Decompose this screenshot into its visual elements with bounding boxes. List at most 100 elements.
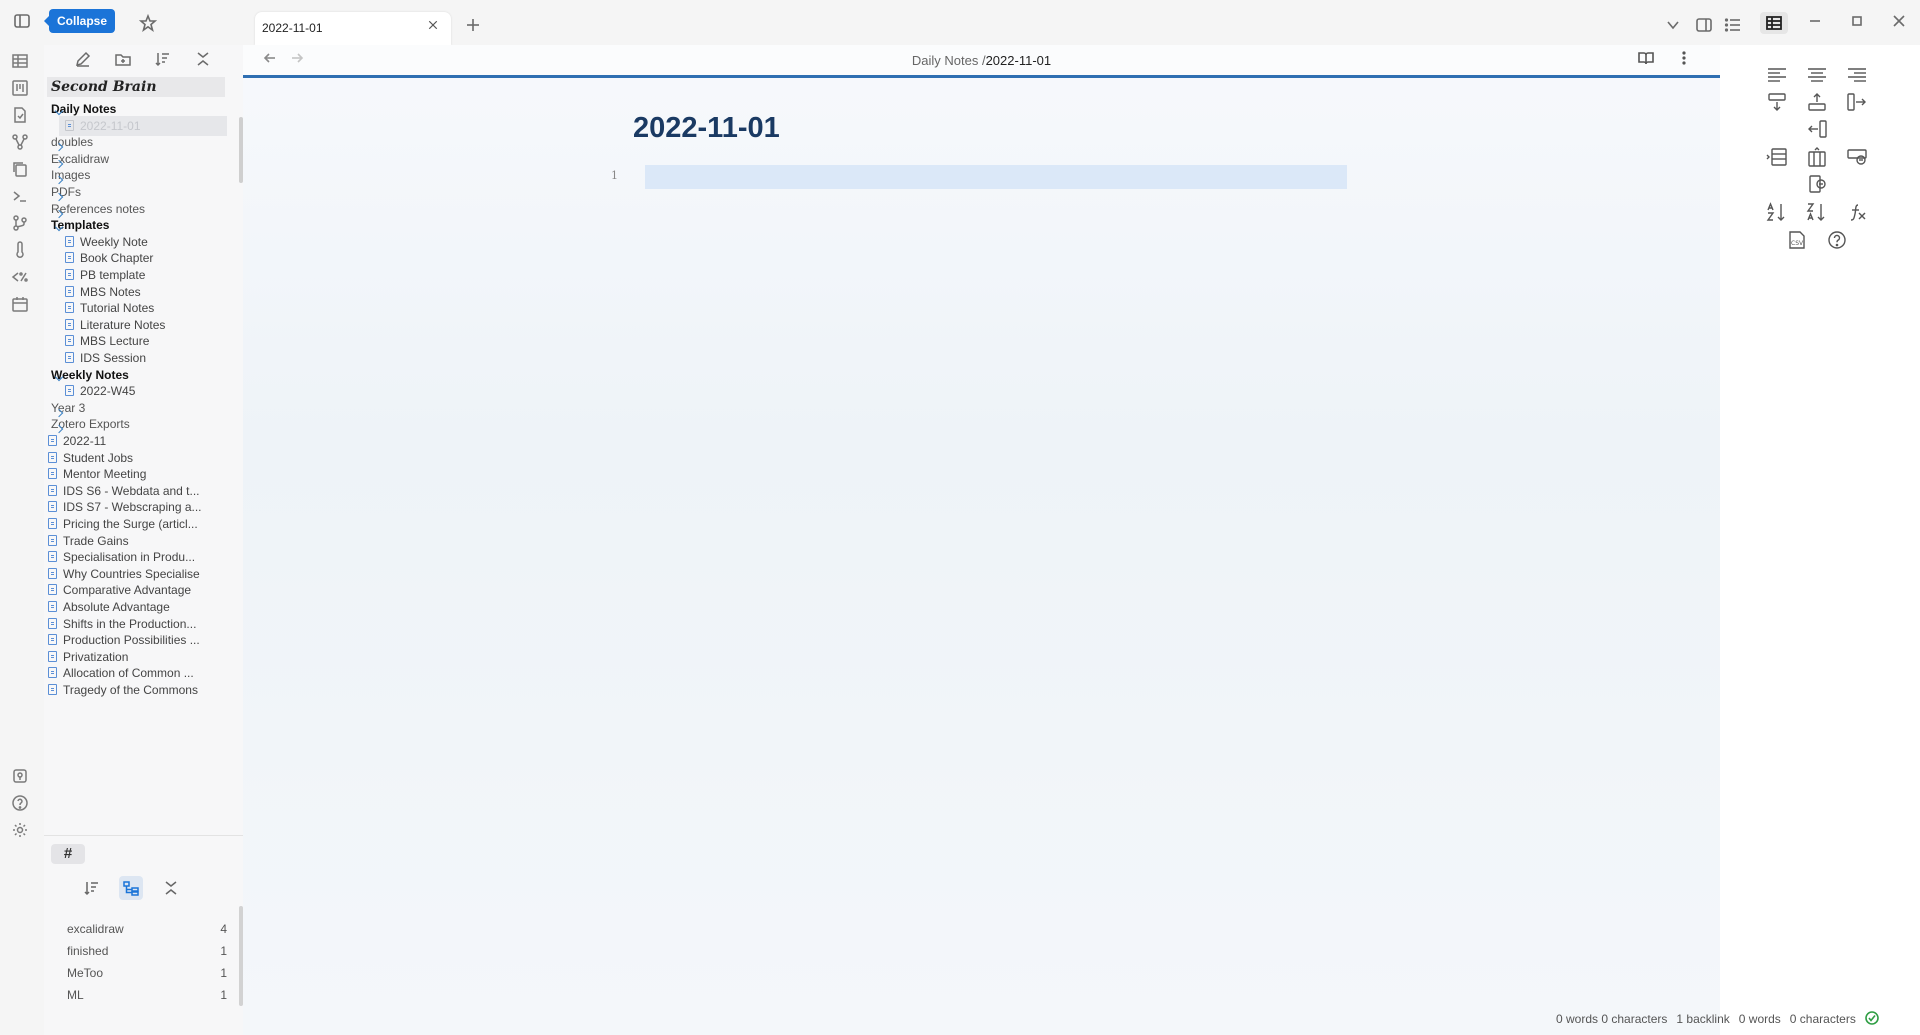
copy-icon[interactable]	[11, 160, 31, 180]
delete-column-icon[interactable]	[1806, 174, 1830, 196]
file-icon	[48, 501, 57, 513]
file-icon	[48, 468, 57, 480]
tree-item-label: Trade Gains	[63, 533, 129, 548]
tag-item[interactable]: finished 1	[67, 940, 227, 962]
tree-item-label: Privatization	[63, 649, 129, 664]
file-icon	[48, 634, 57, 646]
table-icon[interactable]	[1760, 12, 1788, 34]
move-column-icon[interactable]	[1806, 147, 1830, 169]
sort-icon[interactable]	[80, 876, 104, 900]
sort-ascending-icon[interactable]	[1766, 202, 1790, 224]
git-icon[interactable]	[11, 214, 31, 234]
collapse-all-icon[interactable]	[159, 876, 183, 900]
delete-row-icon[interactable]	[1846, 147, 1870, 169]
tree-item-label: Absolute Advantage	[63, 600, 170, 614]
settings-gear-icon[interactable]	[11, 821, 31, 841]
tag-item[interactable]: ML 1	[67, 984, 227, 1006]
tag-hierarchy-icon[interactable]	[119, 876, 143, 900]
kanban-icon[interactable]	[11, 79, 31, 99]
tab-title: 2022-11-01	[262, 21, 323, 35]
csv-export-icon[interactable]: CSV	[1786, 230, 1810, 252]
note-title[interactable]: 2022-11-01	[633, 112, 780, 145]
align-center-icon[interactable]	[1806, 65, 1830, 87]
tab-2022-11-01[interactable]: 2022-11-01	[255, 12, 451, 45]
tags-tab[interactable]: #	[51, 844, 85, 864]
sort-icon[interactable]	[154, 50, 176, 72]
templater-icon[interactable]	[11, 268, 31, 288]
insert-column-right-icon[interactable]	[1846, 92, 1870, 114]
file-icon	[48, 684, 57, 695]
minimize-icon[interactable]	[1804, 10, 1826, 32]
file-icon	[48, 435, 57, 446]
header-accent-line	[243, 75, 1720, 78]
tree-item-label: MBS Notes	[80, 284, 141, 299]
tree-item-label: 2022-11-01	[80, 118, 141, 133]
tree-item-label: Pricing the Surge (articl...	[63, 517, 198, 531]
new-tab-plus-icon[interactable]	[462, 14, 484, 36]
new-note-icon[interactable]	[74, 50, 96, 72]
chevron-down-icon[interactable]	[1662, 14, 1684, 36]
status-words: 0 words	[1738, 1012, 1781, 1026]
align-right-icon[interactable]	[1846, 65, 1870, 87]
insert-row-above-icon[interactable]	[1806, 92, 1830, 114]
status-backlinks[interactable]: 1 backlink	[1676, 1012, 1729, 1026]
open-file-icon[interactable]	[11, 106, 31, 126]
file-icon	[65, 335, 74, 347]
file-icon	[48, 617, 57, 629]
table-view-icon[interactable]	[11, 52, 31, 72]
sort-descending-icon[interactable]	[1806, 202, 1830, 224]
tree-item-label: Why Countries Specialise	[63, 566, 200, 581]
formula-icon[interactable]	[1846, 202, 1870, 224]
thermometer-icon[interactable]	[11, 241, 31, 261]
split-view-icon[interactable]	[1693, 14, 1715, 36]
star-icon[interactable]	[137, 12, 159, 34]
help-circle-icon[interactable]	[1826, 230, 1850, 252]
sidebar-toggle-icon[interactable]	[11, 10, 33, 32]
tree-item-label: Tragedy of the Commons	[63, 683, 198, 697]
tag-item[interactable]: MeToo 1	[67, 962, 227, 984]
breadcrumb-current[interactable]: 2022-11-01	[986, 53, 1052, 68]
breadcrumb: Daily Notes /2022-11-01	[243, 53, 1720, 68]
tag-item[interactable]: excalidraw 4	[67, 918, 227, 940]
tree-item-label: Comparative Advantage	[63, 583, 192, 598]
collapse-all-icon[interactable]	[194, 50, 216, 72]
vault-switcher-icon[interactable]	[11, 767, 31, 787]
tree-item-label: Specialisation in Produ...	[63, 550, 196, 565]
new-folder-icon[interactable]	[114, 50, 136, 72]
close-icon[interactable]	[427, 19, 443, 35]
file-icon	[65, 235, 74, 247]
move-row-icon[interactable]	[1766, 147, 1790, 169]
outline-list-icon[interactable]	[1722, 14, 1744, 36]
terminal-icon[interactable]	[11, 187, 31, 207]
maximize-icon[interactable]	[1846, 10, 1868, 32]
file-icon	[65, 252, 74, 264]
graph-view-icon[interactable]	[11, 133, 31, 153]
tree-item-label: Tutorial Notes	[80, 301, 155, 316]
more-options-icon[interactable]	[1676, 50, 1696, 70]
file-icon	[48, 551, 57, 563]
insert-row-below-icon[interactable]	[1766, 92, 1790, 114]
help-icon[interactable]	[11, 794, 31, 814]
align-left-icon[interactable]	[1766, 65, 1790, 87]
tree-item-label: Literature Notes	[80, 317, 166, 332]
tag-name: ML	[67, 988, 84, 1002]
calendar-icon[interactable]	[11, 295, 31, 315]
file-item[interactable]: Tragedy of the Commons	[48, 680, 227, 700]
file-explorer: Second Brain Daily Notes 2022-11-01 double…	[44, 45, 243, 835]
breadcrumb-folder[interactable]: Daily Notes /	[912, 53, 986, 68]
tags-pane: # excalidraw 4 finished 1 MeToo 1 ML 1	[44, 835, 243, 1035]
file-icon	[48, 534, 57, 546]
table-tools-sidebar: CSV	[1720, 45, 1920, 1035]
reading-view-icon[interactable]	[1638, 50, 1658, 70]
insert-column-left-icon[interactable]	[1806, 119, 1830, 141]
vault-name[interactable]: Second Brain	[47, 77, 225, 97]
editor-active-line[interactable]	[645, 165, 1347, 189]
tree-item-label: 2022-11	[63, 434, 107, 448]
tag-name: MeToo	[67, 966, 104, 980]
sync-check-icon[interactable]	[1865, 1008, 1879, 1025]
tree-item-label: IDS Session	[80, 351, 147, 365]
tree-item-label: Production Possibilities ...	[63, 633, 200, 648]
left-ribbon	[0, 45, 44, 1035]
status-word-char-count[interactable]: 0 words 0 characters	[1556, 1012, 1667, 1026]
window-close-icon[interactable]	[1888, 10, 1910, 32]
